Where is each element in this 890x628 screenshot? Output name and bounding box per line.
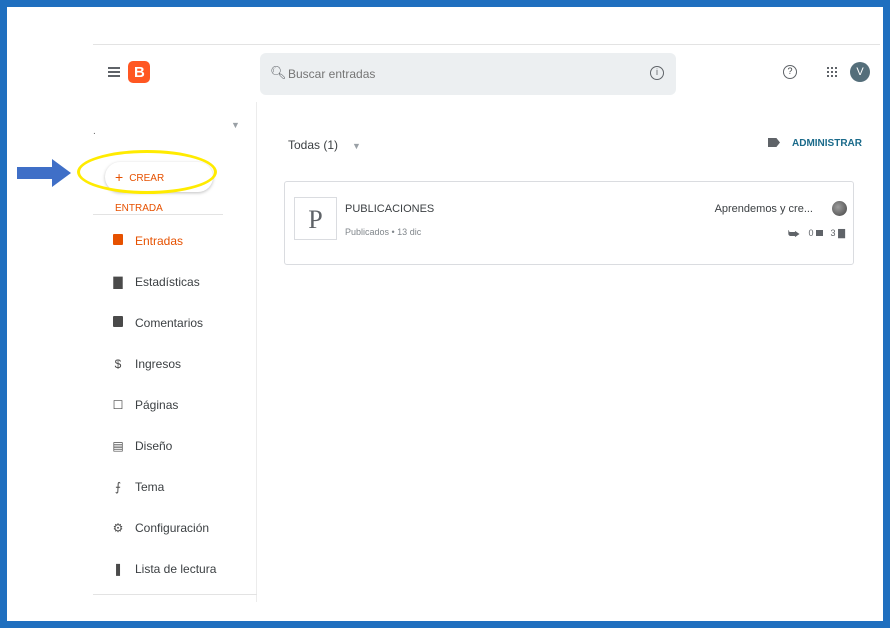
sidebar-item-label: Entradas [135, 234, 184, 248]
search-icon: 🔍︎ [270, 65, 287, 80]
settings-icon: ⚙ [112, 521, 124, 535]
theme-icon: ⨍ [114, 480, 122, 494]
search-bar[interactable]: 🔍︎ i [260, 53, 676, 95]
hamburger-menu-icon[interactable] [108, 67, 120, 77]
pages-icon: ☐ [112, 398, 124, 412]
sidebar-item-ingresos[interactable]: $ Ingresos [93, 355, 253, 396]
sidebar-item-label: Lista de lectura [135, 562, 217, 576]
account-avatar[interactable]: V [850, 62, 870, 82]
post-filter-dropdown[interactable]: Todas (1) ▼ [288, 138, 361, 152]
sidebar-item-label: Ingresos [135, 357, 182, 371]
divider [93, 214, 223, 215]
share-icon[interactable]: ⮩ [788, 226, 800, 241]
sidebar-item-label: Estadísticas [135, 275, 200, 289]
dollar-icon: $ [114, 357, 122, 371]
sidebar-item-configuracion[interactable]: ⚙ Configuración [93, 519, 253, 560]
bookmark-icon: ❚ [112, 562, 124, 576]
post-title[interactable]: PUBLICACIONES [345, 203, 434, 215]
search-input[interactable] [288, 63, 588, 85]
pointer-arrow-icon [17, 159, 71, 187]
comments-icon [111, 316, 125, 330]
top-bar: B 🔍︎ i ? V [93, 44, 880, 102]
post-status: Publicados • 13 dic [345, 227, 422, 237]
chevron-down-icon: ▼ [231, 120, 240, 130]
post-stats: ⮩ 0 3 ▇ [788, 226, 845, 242]
sidebar-item-label: Diseño [135, 439, 173, 453]
post-author: Aprendemos y cre... [714, 203, 813, 215]
label-icon [768, 138, 780, 147]
sidebar-item-entradas[interactable]: Entradas [93, 232, 253, 273]
main-content: Todas (1) ▼ ADMINISTRAR P PUBLICACIONES P… [258, 102, 878, 602]
sidebar-item-label: Comentarios [135, 316, 204, 330]
stats-icon: ▇ [113, 275, 123, 289]
posts-icon [111, 234, 125, 248]
info-icon[interactable]: i [650, 66, 664, 80]
sidebar-item-estadisticas[interactable]: ▇ Estadísticas [93, 273, 253, 314]
sidebar-item-label: Configuración [135, 521, 210, 535]
manage-button[interactable]: ADMINISTRAR [768, 138, 862, 149]
sidebar-item-label: Páginas [135, 398, 179, 412]
blogger-logo-icon[interactable]: B [128, 61, 150, 83]
layout-icon: ▤ [112, 439, 124, 453]
author-avatar [832, 201, 847, 216]
sidebar-item-comentarios[interactable]: Comentarios [93, 314, 253, 355]
blog-selector[interactable]: . ▼ [93, 120, 243, 137]
manage-label: ADMINISTRAR [792, 138, 862, 149]
comment-icon [815, 230, 823, 236]
sidebar-item-tema[interactable]: ⨍ Tema [93, 478, 253, 519]
filter-label: Todas (1) [288, 138, 339, 152]
sidebar-item-diseno[interactable]: ▤ Diseño [93, 437, 253, 478]
divider [93, 594, 257, 595]
chevron-down-icon: ▼ [352, 141, 361, 151]
apps-grid-icon[interactable] [826, 66, 838, 78]
sidebar-item-label: Tema [135, 480, 165, 494]
help-icon[interactable]: ? [783, 65, 797, 79]
blog-name: . [93, 126, 96, 137]
highlight-ellipse [77, 150, 217, 194]
sidebar-nav: Entradas ▇ Estadísticas Comentarios $ In… [93, 232, 253, 601]
view-count: 3 [830, 228, 836, 238]
sidebar-item-paginas[interactable]: ☐ Páginas [93, 396, 253, 437]
post-card[interactable]: P PUBLICACIONES Publicados • 13 dic Apre… [284, 181, 854, 265]
views-chart-icon: ▇ [838, 228, 845, 238]
post-thumbnail: P [294, 197, 337, 240]
comment-count: 0 [808, 228, 814, 238]
